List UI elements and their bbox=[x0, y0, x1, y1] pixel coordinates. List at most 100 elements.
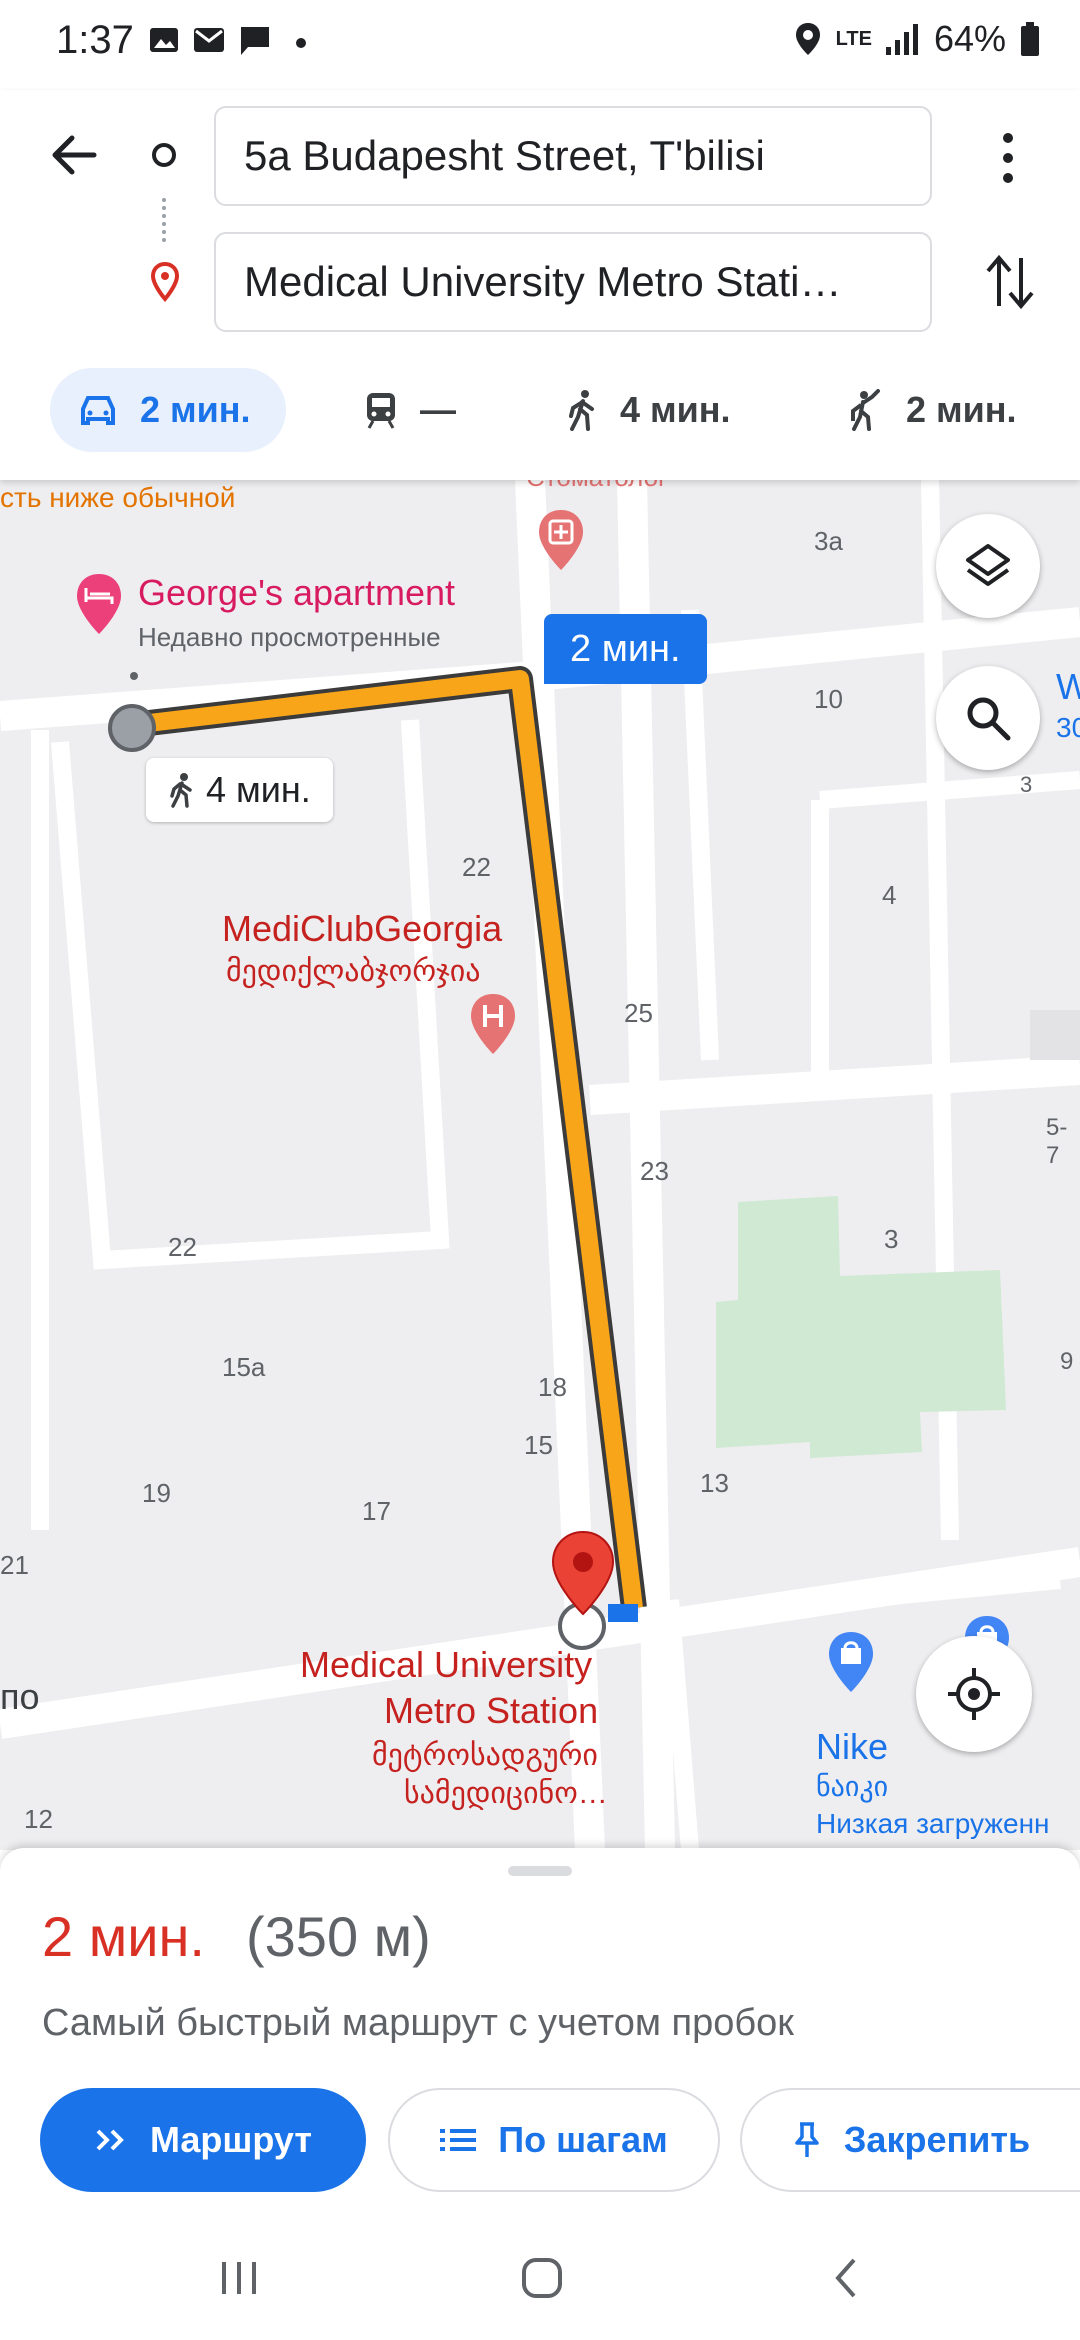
start-route-label: Маршрут bbox=[149, 2119, 313, 2160]
walk-callout[interactable]: 4 мин. bbox=[146, 758, 333, 822]
system-nav-bar bbox=[0, 2220, 1080, 2340]
swap-icon[interactable] bbox=[984, 252, 1036, 312]
sheet-drag-handle[interactable] bbox=[508, 1866, 572, 1876]
battery-percent: 64% bbox=[933, 18, 1006, 59]
back-nav-icon[interactable] bbox=[830, 2256, 862, 2300]
house-number: 25 bbox=[624, 998, 653, 1028]
walk-icon bbox=[569, 390, 594, 431]
house-number: 21 bbox=[0, 1550, 29, 1580]
list-icon bbox=[440, 2129, 477, 2151]
home-icon[interactable] bbox=[520, 2256, 564, 2300]
shopping-pin-icon[interactable] bbox=[826, 1630, 876, 1694]
tab-transit[interactable]: — bbox=[364, 368, 456, 452]
house-number: 23 bbox=[640, 1156, 669, 1186]
house-number: 22 bbox=[168, 1232, 197, 1262]
gallery-icon bbox=[150, 28, 178, 52]
house-number: 10 bbox=[814, 684, 843, 714]
route-description: Самый быстрый маршрут с учетом пробок bbox=[42, 2002, 794, 2044]
status-bar: 1:37 LTE 64% bbox=[0, 0, 1080, 90]
house-number: 3 bbox=[884, 1224, 899, 1254]
route-dots bbox=[162, 198, 170, 242]
back-arrow-icon[interactable] bbox=[48, 130, 98, 180]
signal-icon bbox=[885, 24, 918, 55]
house-number: 18 bbox=[538, 1372, 567, 1402]
walk-callout-label: 4 мин. bbox=[206, 769, 311, 810]
edge-label-30: 30 bbox=[1056, 712, 1080, 743]
traffic-note: сть ниже обычной bbox=[0, 482, 236, 513]
mediclub-name-ka: მედიქლაბჯორჯია bbox=[226, 955, 481, 988]
steps-button[interactable]: По шагам bbox=[388, 2088, 720, 2192]
house-number: 5-7 bbox=[1046, 1114, 1068, 1169]
destination-marker-icon[interactable] bbox=[550, 1530, 616, 1616]
station-name-ka-2: სამედიცინო… bbox=[404, 1777, 608, 1810]
message-icon bbox=[241, 27, 269, 55]
hospital-pin-icon[interactable] bbox=[468, 992, 518, 1056]
tab-transit-label: — bbox=[420, 389, 456, 430]
my-location-button[interactable] bbox=[916, 1636, 1032, 1752]
mediclub-name[interactable]: MediClubGeorgia bbox=[222, 908, 502, 950]
house-number: 15 bbox=[524, 1430, 553, 1460]
layers-icon bbox=[966, 544, 1010, 586]
hotel-pin-icon[interactable] bbox=[74, 572, 124, 636]
station-name-ka-1: მეტროსადგური bbox=[372, 1739, 598, 1772]
edge-street-label: по bbox=[0, 1676, 40, 1717]
pin-icon bbox=[795, 2122, 819, 2157]
start-route-button[interactable]: Маршрут bbox=[40, 2088, 366, 2192]
drive-callout[interactable]: 2 мин. bbox=[544, 614, 707, 684]
tab-walk-label: 4 мин. bbox=[620, 389, 731, 430]
house-number: 22 bbox=[462, 852, 491, 882]
pin-button[interactable]: Закрепить bbox=[740, 2088, 1080, 2192]
car-icon bbox=[81, 396, 115, 425]
network-type: LTE bbox=[835, 28, 872, 50]
house-number: 12 bbox=[24, 1804, 53, 1834]
ride-hail-icon bbox=[851, 389, 880, 431]
status-right: LTE 64% bbox=[794, 18, 1040, 60]
george-subtitle: Недавно просмотренные bbox=[138, 622, 441, 652]
route-distance: (350 м) bbox=[246, 1905, 431, 1968]
map-view[interactable]: сть ниже обычной Стоматолог George's apa… bbox=[0, 480, 1080, 1850]
crosshair-icon bbox=[948, 1668, 1000, 1720]
tab-walk[interactable]: 4 мин. bbox=[566, 368, 731, 452]
battery-icon bbox=[1021, 22, 1039, 56]
house-number: 19 bbox=[142, 1478, 171, 1508]
pin-label: Закрепить bbox=[843, 2119, 1031, 2160]
dentist-pin-icon[interactable] bbox=[536, 508, 586, 572]
station-name-2[interactable]: Metro Station bbox=[384, 1690, 598, 1732]
house-number: 3a bbox=[814, 526, 843, 556]
more-options-icon[interactable] bbox=[996, 130, 1020, 186]
search-button[interactable] bbox=[936, 666, 1040, 770]
edge-label-w: W bbox=[1056, 666, 1080, 707]
tab-ride-label: 2 мин. bbox=[906, 389, 1017, 430]
origin-input[interactable]: 5a Budapesht Street, T'bilisi bbox=[214, 106, 932, 206]
house-number: 17 bbox=[362, 1496, 391, 1526]
notification-dot bbox=[296, 38, 306, 48]
walk-icon bbox=[170, 773, 192, 808]
tab-drive[interactable]: 2 мин. bbox=[50, 368, 286, 452]
mail-icon bbox=[194, 28, 224, 52]
recent-apps-icon[interactable] bbox=[218, 2258, 262, 2298]
double-chevron-icon bbox=[96, 2129, 124, 2151]
location-icon bbox=[795, 23, 820, 55]
route-duration: 2 мин. bbox=[42, 1905, 205, 1968]
house-number: 13 bbox=[700, 1468, 729, 1498]
nike-name[interactable]: Nike bbox=[816, 1726, 888, 1768]
house-number: 9 bbox=[1060, 1348, 1074, 1375]
tab-drive-label: 2 мин. bbox=[140, 389, 251, 430]
tab-ride[interactable]: 2 мин. bbox=[848, 368, 1017, 452]
station-name-1[interactable]: Medical University bbox=[300, 1644, 592, 1686]
search-icon bbox=[967, 697, 1011, 741]
george-title[interactable]: George's apartment bbox=[138, 572, 455, 614]
steps-label: По шагам bbox=[498, 2119, 668, 2160]
status-time: 1:37 bbox=[56, 18, 134, 62]
house-number: 3 bbox=[1020, 772, 1033, 797]
destination-pin-icon bbox=[150, 262, 180, 302]
origin-circle-icon bbox=[152, 143, 176, 167]
layers-button[interactable] bbox=[936, 514, 1040, 618]
destination-input[interactable]: Medical University Metro Stati… bbox=[214, 232, 932, 332]
dentist-label: Стоматолог bbox=[526, 480, 668, 493]
nike-busy-note: Низкая загруженн bbox=[816, 1808, 1050, 1839]
transit-icon bbox=[367, 393, 395, 429]
house-number: 4 bbox=[882, 880, 897, 910]
house-number: 15a bbox=[222, 1352, 266, 1382]
nike-name-ka: ნაიკი bbox=[816, 1771, 889, 1802]
